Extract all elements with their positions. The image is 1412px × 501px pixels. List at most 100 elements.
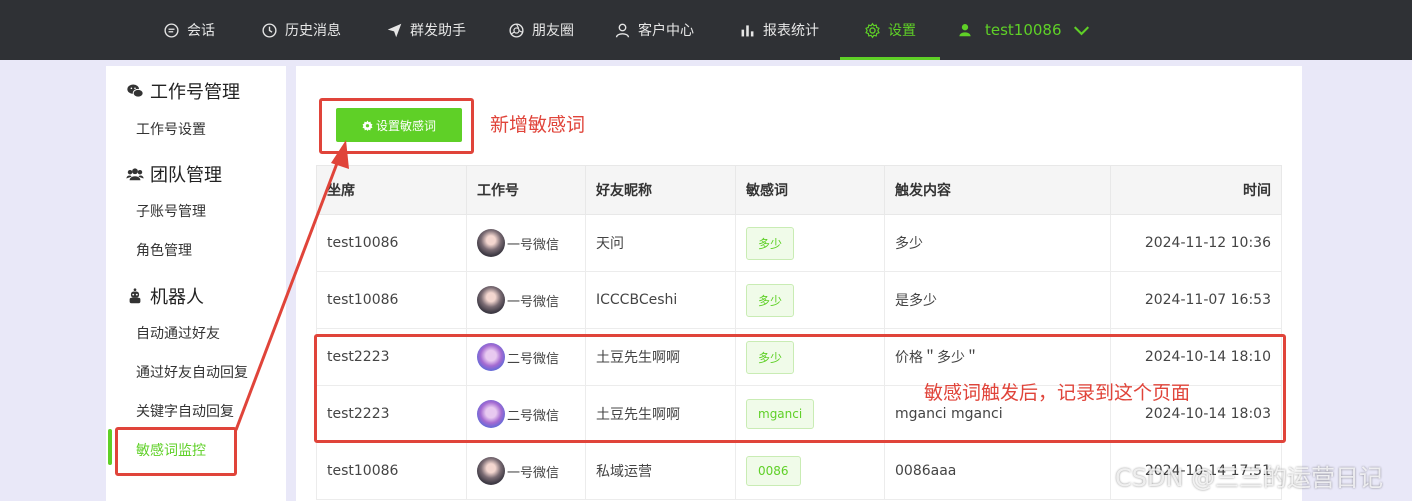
sensitive-word-log-table: 坐席 工作号 好友昵称 敏感词 触发内容 时间 test10086 一号微信 天… — [316, 165, 1282, 500]
cell-nickname: 天问 — [585, 214, 736, 272]
cell-trigger-content: 价格＂多少＂ — [884, 328, 1111, 386]
account-name: 一号微信 — [507, 294, 560, 310]
sidebar-item-roles[interactable]: 角色管理 — [136, 240, 192, 260]
cell-sensitive-word: 多少 — [735, 214, 885, 272]
cell-sensitive-word: mganci — [735, 385, 885, 443]
sidebar-item-auto-accept-friends[interactable]: 自动通过好友 — [136, 323, 220, 343]
sensitive-word-tag: 0086 — [746, 456, 801, 486]
cell-account: 一号微信 — [466, 442, 586, 500]
nav-item-reports[interactable]: 报表统计 — [739, 0, 819, 60]
column-header-nickname: 好友昵称 — [585, 165, 736, 215]
cell-time: 2024-10-14 18:10 — [1110, 328, 1282, 386]
chevron-down-icon — [1073, 25, 1089, 35]
column-header-trigger-content: 触发内容 — [884, 165, 1111, 215]
sidebar-group-work-accounts: 工作号管理 — [126, 78, 240, 104]
nav-item-settings[interactable]: 设置 — [840, 0, 940, 60]
wechat-icon — [127, 84, 144, 98]
nav-item-label: 客户中心 — [638, 23, 694, 39]
cell-trigger-content: 0086aaa — [884, 442, 1111, 500]
cell-trigger-content: 是多少 — [884, 271, 1111, 329]
avatar — [477, 286, 505, 314]
nav-item-label: 设置 — [888, 23, 916, 39]
cell-trigger-content: 多少 — [884, 214, 1111, 272]
user-menu[interactable]: test10086 — [958, 0, 1090, 60]
user-icon — [615, 23, 630, 38]
sensitive-word-tag: mganci — [746, 399, 815, 429]
sidebar: 工作号管理 工作号设置 团队管理 子账号管理 角色管理 机器人 自动通过好友 通… — [106, 66, 286, 501]
column-header-account: 工作号 — [466, 165, 586, 215]
account-name: 一号微信 — [507, 465, 560, 481]
cell-seat: test10086 — [316, 214, 467, 272]
nav-item-customers[interactable]: 客户中心 — [614, 0, 694, 60]
team-icon — [126, 168, 144, 181]
sidebar-group-robot: 机器人 — [126, 283, 204, 309]
sensitive-word-tag: 多少 — [746, 340, 795, 374]
nav-item-moments[interactable]: 朋友圈 — [508, 0, 574, 60]
cell-account: 二号微信 — [466, 385, 586, 443]
column-header-sensitive-word: 敏感词 — [735, 165, 885, 215]
main-panel: 设置敏感词 坐席 工作号 好友昵称 敏感词 触发内容 时间 test10086 … — [296, 66, 1302, 501]
cell-sensitive-word: 多少 — [735, 328, 885, 386]
sensitive-word-tag: 多少 — [746, 283, 795, 317]
sidebar-item-auto-reply-new-friends[interactable]: 通过好友自动回复 — [136, 362, 248, 382]
sidebar-group-label: 工作号管理 — [150, 82, 240, 103]
sidebar-item-work-account-settings[interactable]: 工作号设置 — [136, 119, 206, 139]
sidebar-active-indicator — [108, 429, 112, 465]
table-header-row: 坐席 工作号 好友昵称 敏感词 触发内容 时间 — [316, 165, 1282, 215]
cell-sensitive-word: 多少 — [735, 271, 885, 329]
sidebar-group-label: 机器人 — [150, 287, 204, 308]
cell-time: 2024-11-07 16:53 — [1110, 271, 1282, 329]
cell-seat: test2223 — [316, 385, 467, 443]
sidebar-group-team: 团队管理 — [126, 161, 222, 187]
cell-nickname: 私域运营 — [585, 442, 736, 500]
aperture-icon — [509, 22, 524, 38]
cell-account: 二号微信 — [466, 328, 586, 386]
nav-item-history[interactable]: 历史消息 — [261, 0, 341, 60]
nav-item-label: 群发助手 — [410, 23, 466, 39]
cell-nickname: ICCCBCeshi — [585, 271, 736, 329]
column-header-time: 时间 — [1110, 165, 1282, 215]
annotation-add-label: 新增敏感词 — [490, 114, 586, 136]
cell-nickname: 土豆先生啊啊 — [585, 385, 736, 443]
cell-seat: test10086 — [316, 271, 467, 329]
sidebar-item-sub-accounts[interactable]: 子账号管理 — [136, 201, 206, 221]
cell-seat: test2223 — [316, 328, 467, 386]
table-row: test10086 一号微信 天问 多少 多少 2024-11-12 10:36 — [316, 214, 1282, 272]
bar-chart-icon — [741, 24, 754, 36]
cell-sensitive-word: 0086 — [735, 442, 885, 500]
chat-icon — [164, 22, 179, 38]
set-sensitive-words-label: 设置敏感词 — [375, 118, 436, 133]
user-name: test10086 — [985, 21, 1062, 39]
cell-seat: test10086 — [316, 442, 467, 500]
account-name: 一号微信 — [507, 237, 560, 253]
avatar — [477, 457, 505, 485]
sensitive-word-tag: 多少 — [746, 226, 795, 260]
send-icon — [387, 23, 402, 37]
cell-account: 一号微信 — [466, 271, 586, 329]
top-navigation-bar: 会话 历史消息 群发助手 朋友圈 客户中心 报表统计 设置 test10086 — [0, 0, 1412, 60]
avatar — [477, 229, 505, 257]
nav-item-label: 朋友圈 — [532, 23, 574, 39]
nav-item-label: 历史消息 — [285, 23, 341, 39]
sidebar-item-sensitive-word-monitor[interactable]: 敏感词监控 — [136, 440, 206, 460]
gear-icon — [865, 22, 880, 38]
sidebar-group-label: 团队管理 — [150, 165, 222, 186]
column-header-seat: 坐席 — [316, 165, 467, 215]
clock-icon — [262, 22, 277, 38]
gear-icon — [362, 120, 373, 131]
robot-icon — [129, 288, 141, 304]
nav-item-broadcast[interactable]: 群发助手 — [386, 0, 466, 60]
account-name: 二号微信 — [507, 351, 560, 367]
nav-item-label: 报表统计 — [763, 23, 819, 39]
annotation-record-label: 敏感词触发后，记录到这个页面 — [924, 382, 1191, 404]
avatar — [477, 343, 505, 371]
sidebar-item-keyword-auto-reply[interactable]: 关键字自动回复 — [136, 401, 234, 421]
table-row: test2223 二号微信 土豆先生啊啊 多少 价格＂多少＂ 2024-10-1… — [316, 328, 1282, 386]
watermark: CSDN @三三的运营日记 — [1115, 464, 1384, 492]
nav-item-chat[interactable]: 会话 — [163, 0, 215, 60]
account-name: 二号微信 — [507, 408, 560, 424]
user-icon — [959, 24, 971, 37]
cell-time: 2024-11-12 10:36 — [1110, 214, 1282, 272]
set-sensitive-words-button[interactable]: 设置敏感词 — [336, 108, 462, 142]
table-row: test10086 一号微信 ICCCBCeshi 多少 是多少 2024-11… — [316, 271, 1282, 329]
